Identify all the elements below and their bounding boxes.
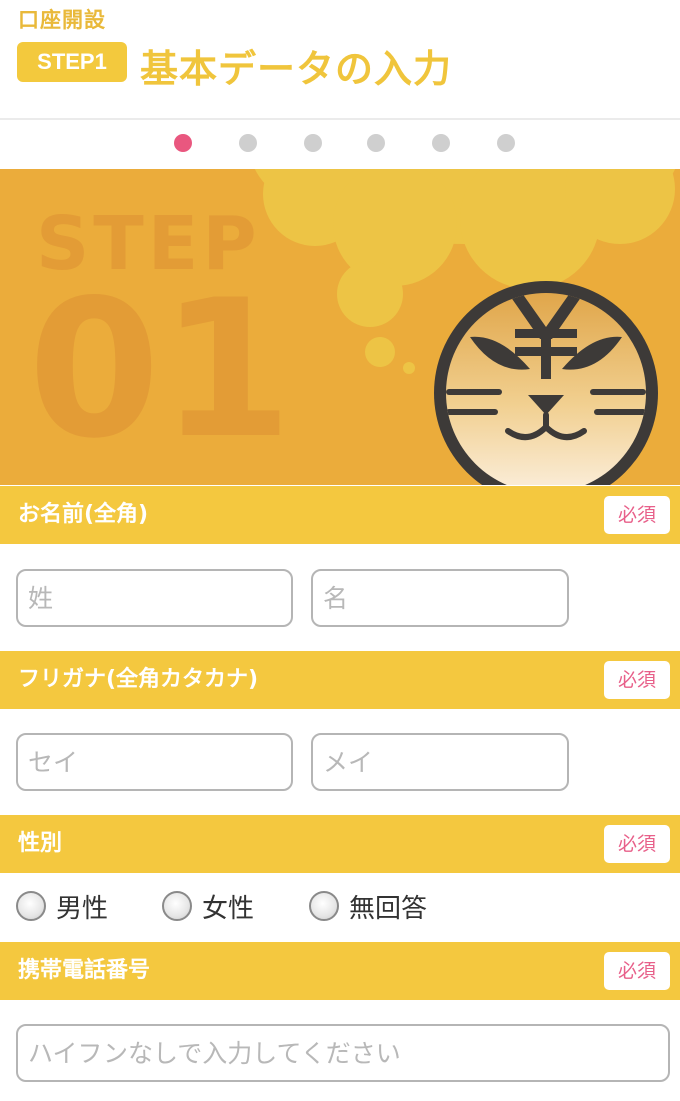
first-name-input[interactable] <box>311 569 569 627</box>
radio-label: 男性 <box>56 893 109 924</box>
step-badge: STEP1 <box>17 42 127 82</box>
breadcrumb: 口座開設 <box>18 8 106 32</box>
mobile-phone-input[interactable] <box>16 1024 670 1082</box>
section-header-gender: 性別 必須 <box>0 815 680 873</box>
section-label-name: お名前(全角) <box>18 502 149 527</box>
progress-dot-4 <box>367 134 385 152</box>
section-header-name: お名前(全角) 必須 <box>0 486 680 544</box>
progress-dot-2 <box>239 134 257 152</box>
section-label-gender: 性別 <box>18 831 63 856</box>
gender-radio-group: 男性 女性 無回答 <box>0 880 680 932</box>
radio-button[interactable] <box>162 891 192 921</box>
progress-dot-6 <box>497 134 515 152</box>
required-badge: 必須 <box>604 952 670 990</box>
page-header: 口座開設 STEP1 基本データの入力 <box>0 0 680 120</box>
progress-dot-1 <box>174 134 192 152</box>
required-badge: 必須 <box>604 496 670 534</box>
page-title: 基本データの入力 <box>140 47 453 91</box>
gender-option-female[interactable]: 女性 <box>162 880 254 932</box>
section-header-phone: 携帯電話番号 必須 <box>0 942 680 1000</box>
step-hero-banner: STEP 01 <box>0 169 680 485</box>
section-header-furigana: フリガナ(全角カタカナ) 必須 <box>0 651 680 709</box>
radio-button[interactable] <box>309 891 339 921</box>
tiger-yen-face-icon <box>434 281 658 485</box>
first-name-kana-input[interactable] <box>311 733 569 791</box>
radio-label: 無回答 <box>349 893 428 924</box>
required-badge: 必須 <box>604 661 670 699</box>
hero-illustration: STEP 01 <box>28 169 676 485</box>
hero-step-number: 01 <box>28 259 292 480</box>
progress-dot-3 <box>304 134 322 152</box>
required-badge: 必須 <box>604 825 670 863</box>
gender-option-no-answer[interactable]: 無回答 <box>309 880 427 932</box>
header-divider <box>0 118 680 120</box>
last-name-input[interactable] <box>16 569 293 627</box>
radio-label: 女性 <box>202 893 255 924</box>
last-name-kana-input[interactable] <box>16 733 293 791</box>
section-label-phone: 携帯電話番号 <box>18 958 151 983</box>
progress-dot-5 <box>432 134 450 152</box>
gender-option-male[interactable]: 男性 <box>16 880 108 932</box>
radio-button[interactable] <box>16 891 46 921</box>
section-label-furigana: フリガナ(全角カタカナ) <box>18 667 259 692</box>
step-progress-dots <box>0 134 680 154</box>
